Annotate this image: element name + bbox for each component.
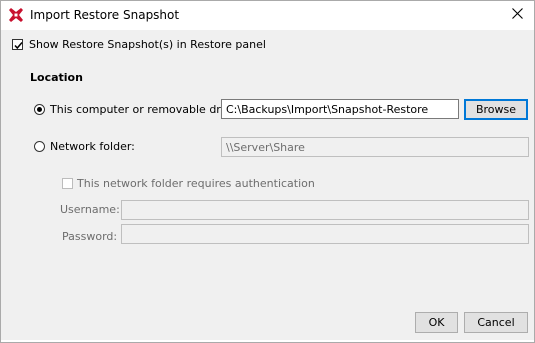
local-path-field[interactable]: C:\Backups\Import\Snapshot-Restore (221, 99, 459, 119)
local-drive-label[interactable]: This computer or removable drive: (50, 103, 241, 116)
show-restore-snapshots-label[interactable]: Show Restore Snapshot(s) in Restore pane… (29, 38, 266, 51)
radio-selected-dot (37, 107, 42, 112)
requires-authentication-checkbox[interactable] (62, 178, 73, 189)
show-restore-snapshots-checkbox[interactable] (12, 39, 23, 50)
window-title: Import Restore Snapshot (30, 8, 180, 22)
browse-button[interactable]: Browse (464, 99, 528, 120)
password-label: Password: (62, 230, 118, 243)
close-icon (511, 8, 523, 22)
local-drive-radio[interactable] (34, 104, 45, 115)
import-restore-snapshot-dialog: Import Restore Snapshot Show Restore Sna… (0, 0, 535, 343)
network-folder-label[interactable]: Network folder: (50, 140, 135, 153)
browse-button-label: Browse (475, 103, 517, 116)
checkmark-icon (14, 42, 23, 50)
requires-authentication-label[interactable]: This network folder requires authenticat… (77, 177, 315, 190)
network-folder-radio[interactable] (34, 141, 45, 152)
username-label: Username: (60, 203, 120, 216)
password-field[interactable] (121, 224, 529, 244)
username-field[interactable] (121, 200, 529, 220)
network-path-field[interactable]: \\Server\Share (221, 137, 529, 157)
ok-button[interactable]: OK (415, 312, 458, 333)
close-button[interactable] (502, 1, 532, 29)
red-cross-icon (9, 8, 23, 22)
cancel-button-label: Cancel (477, 316, 515, 329)
location-heading: Location (30, 71, 83, 84)
cancel-button[interactable]: Cancel (464, 312, 528, 333)
bottom-edge (1, 340, 534, 342)
ok-button-label: OK (428, 316, 445, 329)
title-bar: Import Restore Snapshot (1, 1, 534, 30)
